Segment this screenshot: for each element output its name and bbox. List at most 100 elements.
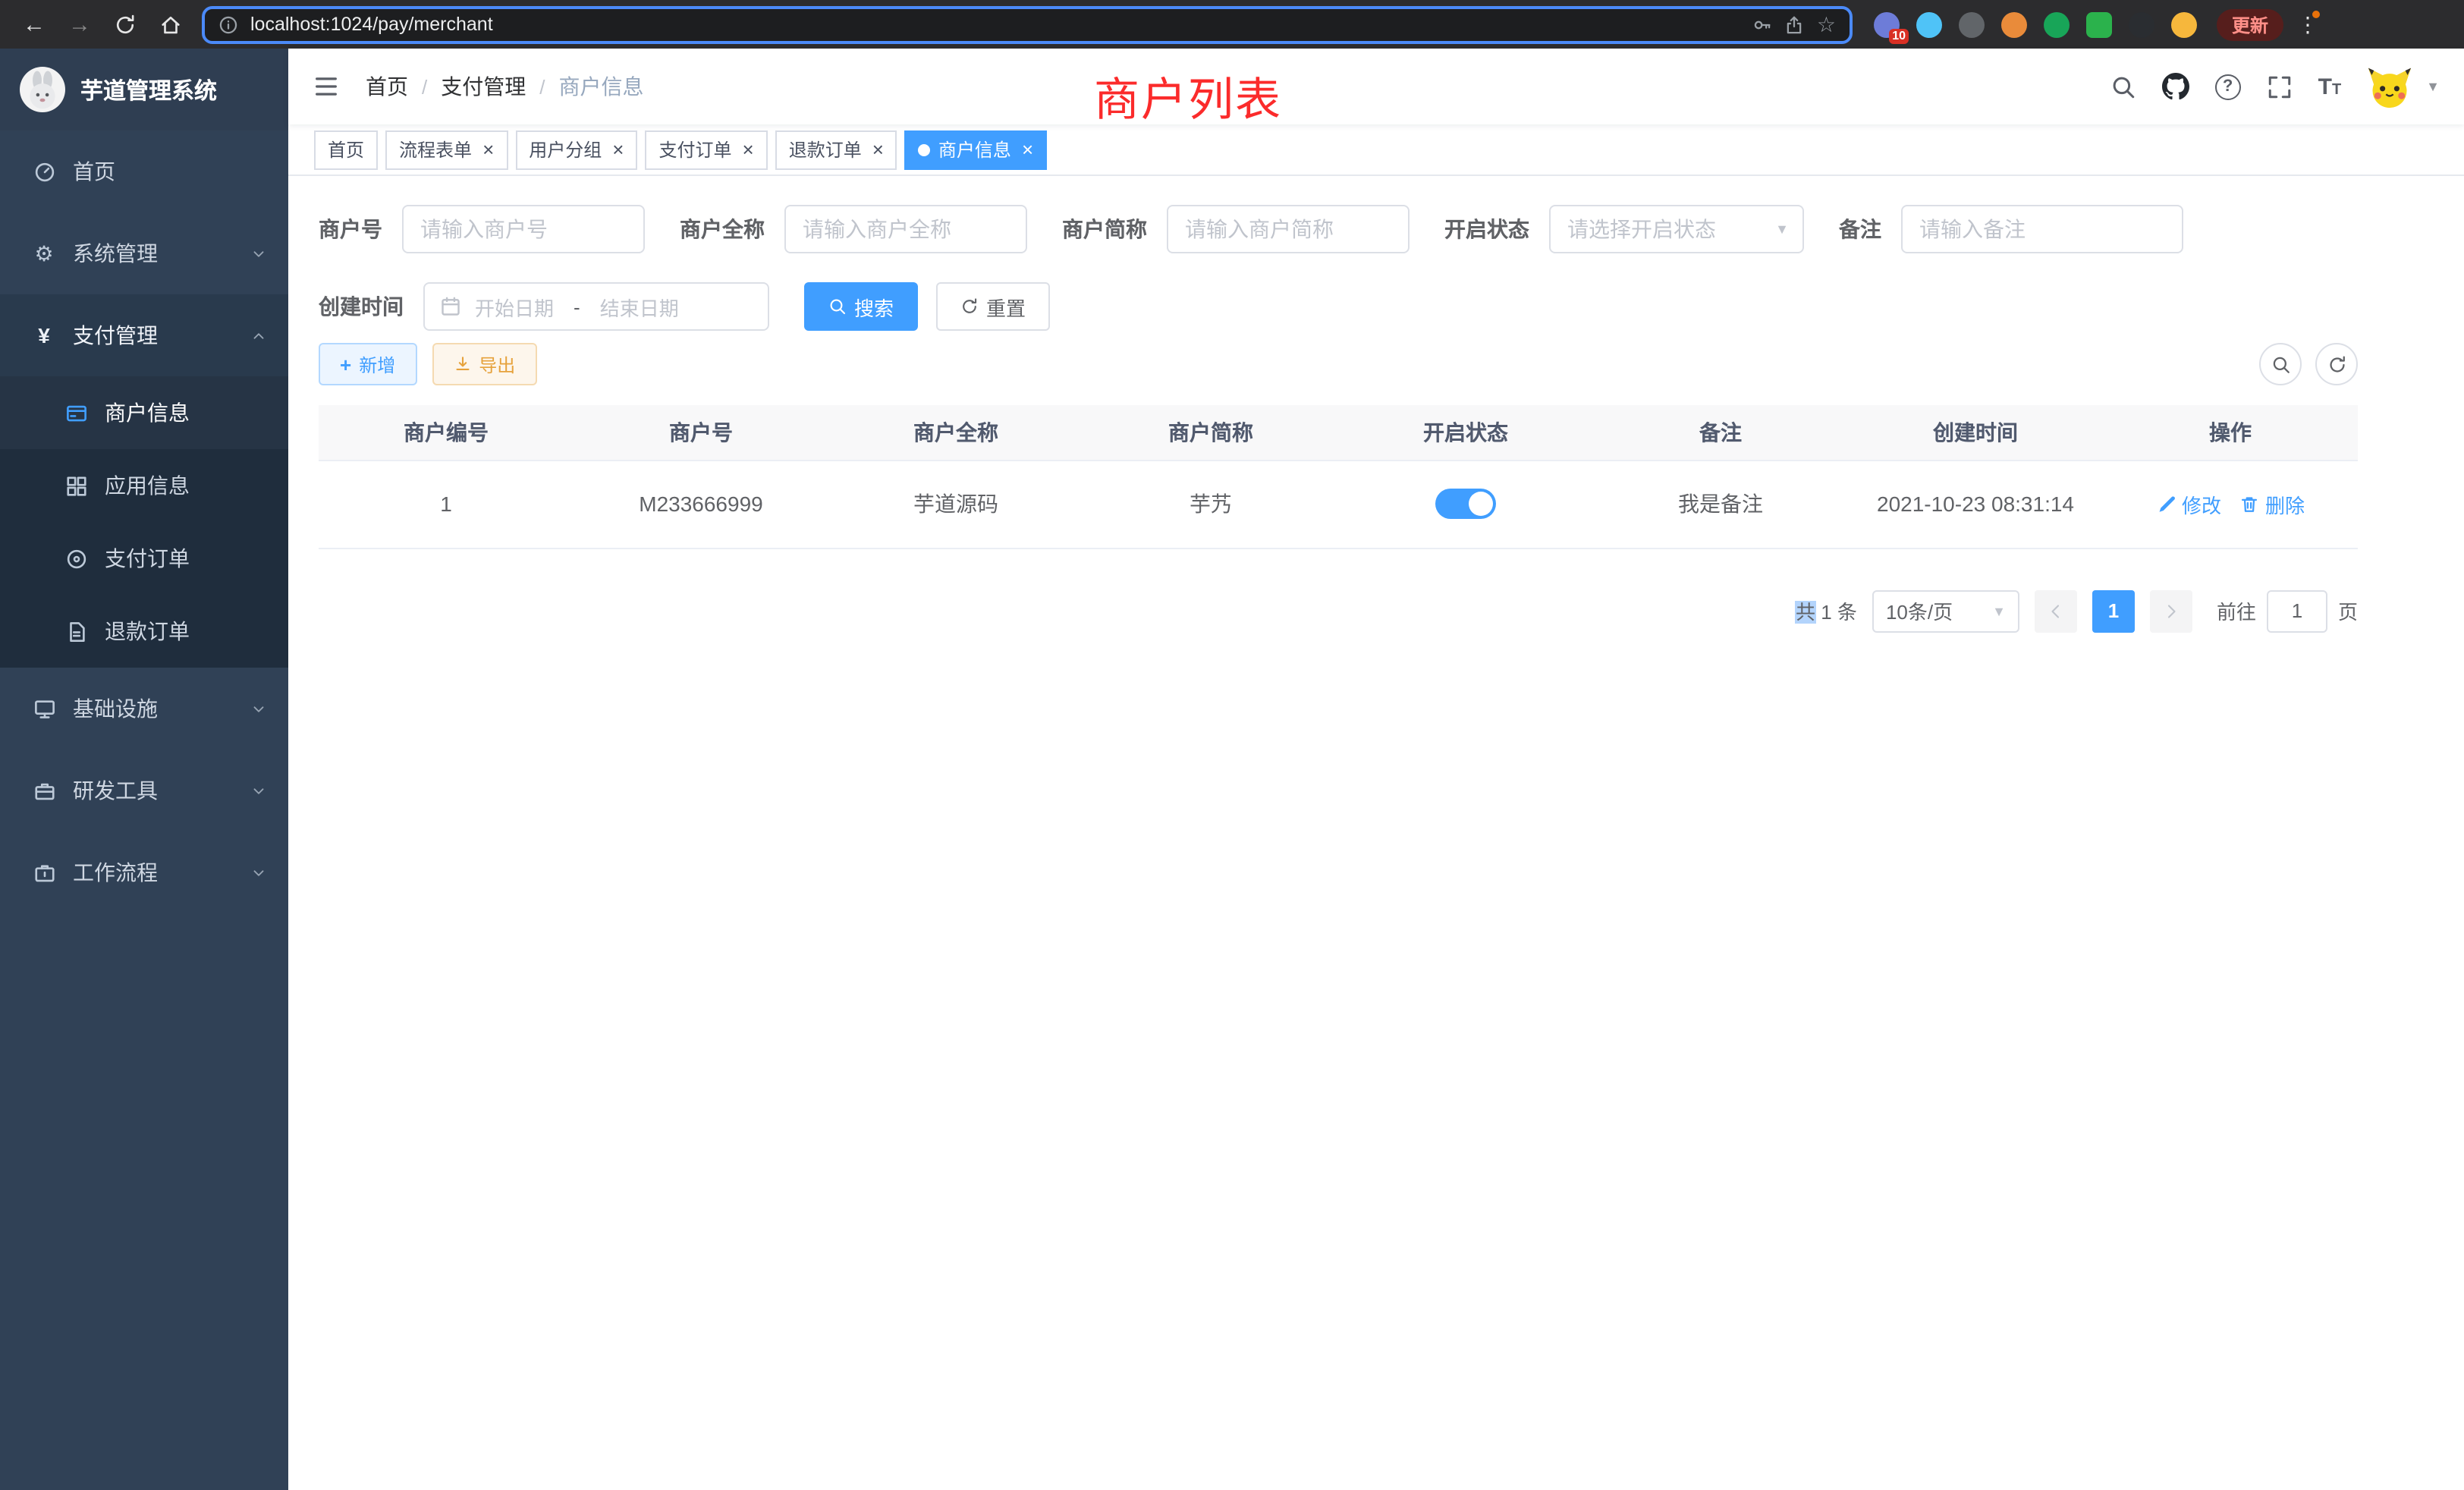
sidebar-item-refund-order[interactable]: 退款订单 bbox=[0, 595, 288, 668]
fullscreen-button[interactable] bbox=[2267, 74, 2293, 99]
page-size-select[interactable]: 10条/页 ▼ bbox=[1872, 589, 2019, 632]
table-header-row: 商户编号 商户号 商户全称 商户简称 开启状态 备注 创建时间 操作 bbox=[319, 405, 2358, 460]
sidebar-item-workflow[interactable]: 工作流程 bbox=[0, 831, 288, 913]
header-search-button[interactable] bbox=[2110, 74, 2136, 99]
pikachu-avatar-icon bbox=[2367, 64, 2412, 109]
tab-process-form[interactable]: 流程表单 × bbox=[385, 130, 508, 169]
sidebar-logo[interactable]: 芋道管理系统 bbox=[0, 49, 288, 130]
tab-user-group[interactable]: 用户分组 × bbox=[515, 130, 637, 169]
close-icon[interactable]: × bbox=[872, 140, 884, 159]
goto-page-input[interactable] bbox=[2267, 589, 2327, 632]
home-icon bbox=[159, 13, 182, 36]
edit-link-label: 修改 bbox=[2182, 489, 2221, 518]
extension-icon-2[interactable] bbox=[1916, 11, 1942, 37]
sidebar-item-system[interactable]: ⚙ 系统管理 bbox=[0, 212, 288, 294]
search-icon bbox=[2110, 74, 2136, 99]
home-button[interactable] bbox=[152, 5, 190, 43]
tab-refund-order[interactable]: 退款订单 × bbox=[775, 130, 897, 169]
avatar-caret-icon[interactable]: ▼ bbox=[2426, 79, 2440, 94]
bookmark-star-icon[interactable]: ☆ bbox=[1817, 14, 1836, 35]
pagination: 共 1 条 10条/页 ▼ 1 前往 bbox=[319, 589, 2358, 632]
extension-icon-6[interactable] bbox=[2086, 11, 2112, 37]
grid-icon bbox=[64, 473, 88, 498]
goto-label: 前往 bbox=[2217, 596, 2256, 625]
share-icon[interactable] bbox=[1785, 14, 1805, 34]
export-button[interactable]: 导出 bbox=[432, 343, 536, 385]
table-row: 1 M233666999 芋道源码 芋艿 我是备注 2021-10-23 08:… bbox=[319, 460, 2358, 548]
sidebar-item-label: 商户信息 bbox=[105, 398, 190, 428]
extension-icon-3[interactable] bbox=[1959, 11, 1985, 37]
sidebar-item-infrastructure[interactable]: 基础设施 bbox=[0, 668, 288, 750]
help-button[interactable]: ? bbox=[2215, 74, 2241, 99]
password-key-icon[interactable] bbox=[1753, 14, 1773, 34]
add-button[interactable]: + 新增 bbox=[319, 343, 416, 385]
total-count-text: 1 条 bbox=[1815, 601, 1857, 624]
sidebar-item-label: 退款订单 bbox=[105, 616, 190, 646]
reset-button[interactable]: 重置 bbox=[936, 282, 1050, 331]
sidebar-item-app-info[interactable]: 应用信息 bbox=[0, 449, 288, 522]
tab-merchant-info[interactable]: 商户信息 × bbox=[905, 130, 1047, 169]
extension-icon-8[interactable] bbox=[2171, 11, 2197, 37]
chevron-down-icon bbox=[250, 782, 267, 799]
tab-home[interactable]: 首页 bbox=[314, 130, 378, 169]
github-button[interactable] bbox=[2162, 73, 2189, 100]
date-range-picker[interactable]: 开始日期 - 结束日期 bbox=[423, 282, 769, 331]
merchant-no-input[interactable] bbox=[402, 205, 645, 253]
refresh-table-button[interactable] bbox=[2315, 343, 2358, 385]
extension-icon-5[interactable] bbox=[2044, 11, 2070, 37]
short-name-input[interactable] bbox=[1167, 205, 1410, 253]
breadcrumb-home[interactable]: 首页 bbox=[366, 71, 408, 102]
sidebar-item-payment[interactable]: ¥ 支付管理 bbox=[0, 294, 288, 376]
url-text[interactable]: localhost:1024/pay/merchant bbox=[250, 14, 1741, 35]
close-icon[interactable]: × bbox=[612, 140, 624, 159]
extension-icon-1[interactable]: 10 bbox=[1874, 11, 1900, 37]
edit-link[interactable]: 修改 bbox=[2156, 489, 2221, 518]
close-icon[interactable]: × bbox=[743, 140, 754, 159]
remark-input[interactable] bbox=[1901, 205, 2183, 253]
close-icon[interactable]: × bbox=[1022, 140, 1033, 159]
prev-page-button[interactable] bbox=[2035, 589, 2077, 632]
sidebar-item-dev-tools[interactable]: 研发工具 bbox=[0, 750, 288, 831]
chevron-up-icon bbox=[250, 327, 267, 344]
tab-label: 首页 bbox=[328, 137, 364, 162]
reload-button[interactable] bbox=[106, 5, 144, 43]
sidebar-item-home[interactable]: 首页 bbox=[0, 130, 288, 212]
browser-menu-button[interactable]: ⋮ bbox=[2297, 11, 2318, 37]
sidebar-toggle-button[interactable] bbox=[313, 73, 340, 100]
next-page-button[interactable] bbox=[2150, 589, 2192, 632]
yen-icon: ¥ bbox=[32, 323, 56, 347]
tab-label: 支付订单 bbox=[658, 137, 731, 162]
search-button[interactable]: 搜索 bbox=[804, 282, 918, 331]
filter-label: 商户号 bbox=[319, 214, 382, 244]
status-toggle[interactable] bbox=[1435, 489, 1496, 519]
sidebar-item-merchant-info[interactable]: 商户信息 bbox=[0, 376, 288, 449]
page-number-button[interactable]: 1 bbox=[2092, 589, 2135, 632]
extension-icon-4[interactable] bbox=[2001, 11, 2027, 37]
sidebar-item-pay-order[interactable]: 支付订单 bbox=[0, 522, 288, 595]
forward-button[interactable]: → bbox=[61, 5, 99, 43]
delete-link[interactable]: 删除 bbox=[2239, 489, 2305, 518]
close-icon[interactable]: × bbox=[482, 140, 494, 159]
tab-label: 商户信息 bbox=[938, 137, 1011, 162]
filter-status: 开启状态 请选择开启状态 ▼ bbox=[1444, 205, 1804, 253]
pagination-goto: 前往 页 bbox=[2217, 589, 2358, 632]
user-avatar[interactable] bbox=[2367, 64, 2412, 109]
status-select[interactable]: 请选择开启状态 ▼ bbox=[1549, 205, 1804, 253]
site-info-icon[interactable] bbox=[218, 14, 238, 34]
target-icon bbox=[64, 546, 88, 571]
navbar-actions: ? TT bbox=[2110, 64, 2440, 109]
breadcrumb-payment[interactable]: 支付管理 bbox=[441, 71, 526, 102]
start-date-placeholder: 开始日期 bbox=[475, 292, 554, 321]
toggle-search-button[interactable] bbox=[2259, 343, 2302, 385]
tab-pay-order[interactable]: 支付订单 × bbox=[645, 130, 767, 169]
browser-update-button[interactable]: 更新 bbox=[2217, 8, 2283, 40]
full-name-input[interactable] bbox=[784, 205, 1027, 253]
cell-full-name: 芋道源码 bbox=[828, 460, 1083, 548]
extension-icon-7[interactable] bbox=[2129, 11, 2154, 37]
merchant-table: 商户编号 商户号 商户全称 商户简称 开启状态 备注 创建时间 操作 bbox=[319, 405, 2358, 549]
back-button[interactable]: ← bbox=[15, 5, 53, 43]
address-bar[interactable]: localhost:1024/pay/merchant ☆ bbox=[202, 5, 1853, 43]
search-button-label: 搜索 bbox=[854, 292, 894, 321]
filter-remark: 备注 bbox=[1839, 205, 2183, 253]
font-size-button[interactable]: TT bbox=[2318, 75, 2342, 98]
